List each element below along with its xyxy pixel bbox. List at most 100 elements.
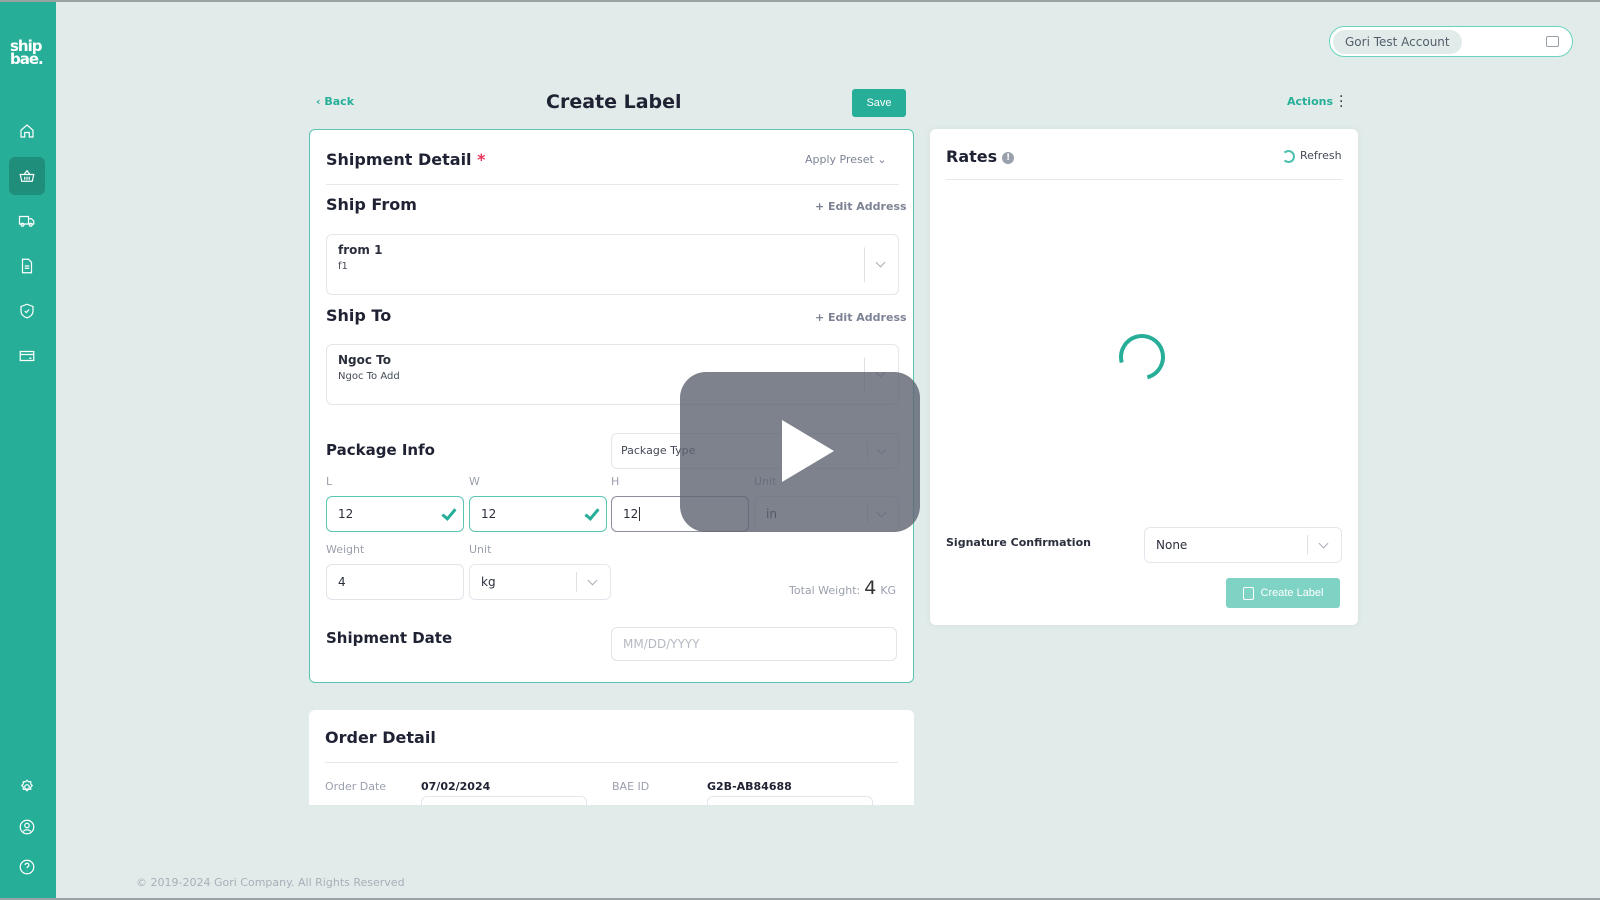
apply-preset-label: Apply Preset	[805, 153, 874, 166]
length-input[interactable]: 12	[326, 496, 464, 532]
back-label: Back	[324, 95, 355, 108]
order-detail-title: Order Detail	[325, 728, 436, 747]
weight-unit-label: Unit	[469, 543, 492, 556]
logo[interactable]: ship bae.	[10, 39, 44, 68]
shipment-detail-title-text: Shipment Detail	[326, 150, 472, 169]
weight-label: Weight	[326, 543, 365, 556]
user-circle-icon	[19, 819, 35, 835]
height-label: H	[611, 475, 620, 488]
select-separator	[864, 246, 865, 283]
help-icon	[19, 859, 35, 875]
order-date-value: 07/02/2024	[421, 780, 491, 793]
width-label: W	[469, 475, 480, 488]
bae-id-label: BAE ID	[612, 780, 650, 793]
ship-from-name: from 1	[338, 243, 383, 257]
save-button[interactable]: Save	[852, 89, 906, 117]
account-name: Gori Test Account	[1333, 29, 1462, 54]
back-link[interactable]: ‹ Back	[316, 95, 354, 108]
credit-card-icon	[19, 350, 35, 362]
logo-line-2: bae.	[10, 50, 44, 68]
shipment-date-title: Shipment Date	[326, 629, 453, 647]
rates-title-text: Rates	[946, 147, 998, 166]
sidebar-item-settings[interactable]	[9, 768, 45, 806]
play-icon	[782, 420, 834, 482]
divider	[326, 184, 899, 185]
weight-unit-select[interactable]: kg	[469, 564, 611, 600]
weight-input[interactable]: 4	[326, 564, 464, 600]
document-icon	[21, 258, 33, 274]
video-overlay[interactable]	[680, 372, 920, 532]
width-input[interactable]: 12	[469, 496, 607, 532]
refresh-button[interactable]: Refresh	[1282, 149, 1342, 163]
shield-check-icon	[20, 303, 34, 319]
total-weight-unit: KG	[880, 584, 897, 597]
loading-spinner-icon	[1110, 325, 1174, 389]
refresh-icon	[1282, 149, 1295, 163]
width-value: 12	[481, 507, 497, 521]
rates-card: Rates! Refresh Signature Confirmation No…	[930, 129, 1358, 625]
create-label-button[interactable]: Create Label	[1226, 578, 1340, 608]
order-field-stub[interactable]	[421, 796, 587, 806]
length-value: 12	[338, 507, 354, 521]
info-icon[interactable]: !	[1002, 151, 1015, 164]
rates-title: Rates!	[946, 147, 1015, 166]
ship-to-title: Ship To	[326, 306, 392, 325]
select-separator	[576, 571, 577, 593]
chevron-down-icon	[1318, 538, 1329, 549]
height-value: 12	[623, 507, 639, 521]
home-icon	[20, 124, 34, 138]
sidebar-item-documents[interactable]	[9, 247, 45, 285]
ship-from-edit-address[interactable]: + Edit Address	[815, 200, 907, 213]
file-upload-icon	[1242, 586, 1254, 600]
chevron-down-icon: ⌄	[877, 153, 887, 166]
total-weight-label: Total Weight:	[789, 584, 861, 597]
sidebar-item-insurance[interactable]	[9, 292, 45, 330]
total-weight: Total Weight: 4 KG	[789, 577, 896, 599]
wallet-icon	[1546, 36, 1559, 47]
bae-id-value: G2B-AB84688	[707, 780, 792, 793]
actions-menu[interactable]: Actions	[1287, 95, 1333, 108]
check-icon	[584, 505, 600, 521]
signature-confirmation-select[interactable]: None	[1144, 527, 1342, 563]
ship-from-address: f1	[338, 261, 348, 272]
package-info-title: Package Info	[326, 441, 435, 459]
ship-from-select[interactable]: from 1 f1	[326, 234, 899, 295]
chevron-down-icon	[875, 257, 886, 268]
length-label: L	[326, 475, 333, 488]
footer-copyright: © 2019-2024 Gori Company. All Rights Res…	[136, 876, 405, 889]
sidebar-item-billing[interactable]	[9, 337, 45, 375]
divider	[325, 762, 898, 763]
sidebar-item-shipments[interactable]	[9, 202, 45, 240]
refresh-label: Refresh	[1300, 149, 1342, 162]
apply-preset-dropdown[interactable]: Apply Preset ⌄	[805, 153, 887, 166]
shipment-date-input[interactable]: MM/DD/YYYY	[611, 627, 897, 661]
signature-value: None	[1156, 538, 1188, 552]
order-field-stub[interactable]	[707, 796, 873, 806]
select-separator	[1307, 534, 1308, 556]
ship-to-edit-address[interactable]: + Edit Address	[815, 311, 907, 324]
divider	[946, 179, 1342, 180]
kebab-menu-icon[interactable]: · · ·	[1339, 90, 1343, 114]
sidebar-item-orders[interactable]	[9, 157, 45, 195]
signature-confirmation-label: Signature Confirmation	[946, 536, 1091, 549]
account-selector[interactable]: Gori Test Account	[1329, 26, 1573, 57]
sidebar-item-help[interactable]	[9, 848, 45, 886]
total-weight-value: 4	[864, 577, 877, 599]
basket-icon	[19, 169, 35, 182]
ship-to-name: Ngoc To	[338, 353, 392, 367]
order-detail-card: Order Detail Order Date 07/02/2024 BAE I…	[309, 710, 914, 806]
sidebar-item-profile[interactable]	[9, 808, 45, 846]
check-icon	[441, 505, 457, 521]
sidebar-item-home[interactable]	[9, 112, 45, 150]
ship-to-address: Ngoc To Add	[338, 371, 400, 382]
weight-value: 4	[338, 575, 346, 589]
truck-icon	[18, 215, 35, 227]
order-date-label: Order Date	[325, 780, 387, 793]
ship-from-title: Ship From	[326, 195, 417, 214]
required-mark: *	[477, 150, 486, 169]
shipment-date-placeholder: MM/DD/YYYY	[623, 637, 700, 651]
chevron-down-icon	[587, 575, 598, 586]
text-caret	[639, 507, 641, 521]
sidebar: ship bae.	[0, 2, 56, 898]
page-title: Create Label	[546, 91, 682, 113]
